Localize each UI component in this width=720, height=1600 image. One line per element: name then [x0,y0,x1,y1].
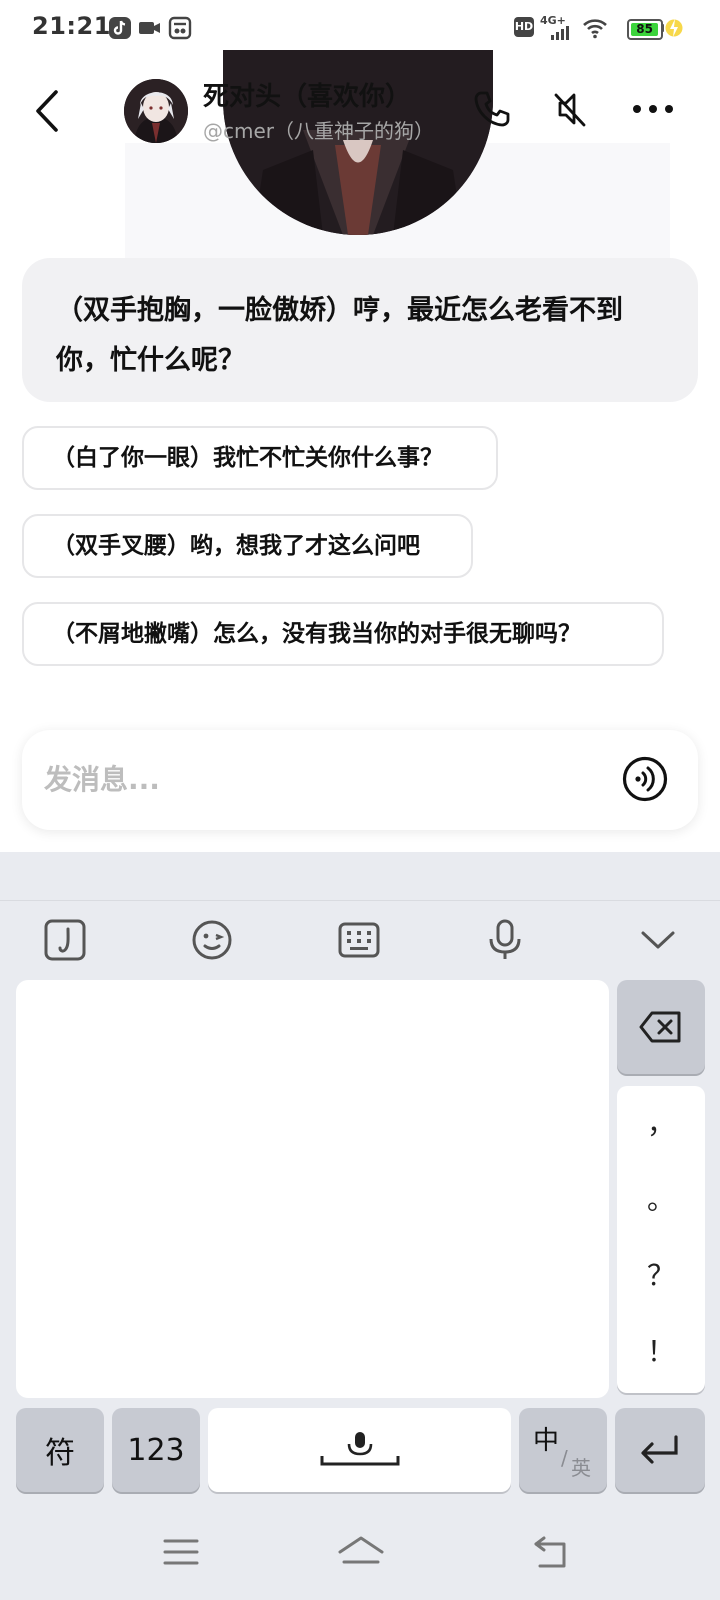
more-dots-icon [633,105,673,113]
recent-apps-icon[interactable] [162,1532,200,1572]
battery-cap [661,24,664,32]
contact-name: 死对头（喜欢你） [203,82,412,112]
mute-voice-button[interactable] [545,84,595,134]
numbers-key[interactable]: 123 [112,1408,200,1492]
battery-level: 85 [631,23,659,36]
app-notification-icon [109,17,131,39]
hd-voice-badge: HD [514,17,534,37]
backspace-key[interactable] [617,980,705,1074]
keyboard-icon[interactable] [337,918,381,962]
phone-icon [474,91,510,127]
cellular-signal-icon [551,26,569,40]
collapse-keyboard-icon[interactable] [636,918,680,962]
exclamation-key[interactable]: ！ [617,1330,705,1370]
message-input-box[interactable]: 发消息... [22,730,698,830]
space-key[interactable] [208,1408,511,1492]
status-time: 21:21 [32,12,111,40]
status-bar: 21:21 HD 4G+ 85 [0,0,720,56]
question-key[interactable]: ？ [617,1254,705,1294]
period-key[interactable]: 。 [617,1178,705,1218]
battery-indicator: 85 [627,19,663,40]
reply-suggestion[interactable]: （双手叉腰）哟，想我了才这么问吧 [22,514,473,578]
voice-input-icon[interactable] [622,756,668,802]
back-arrow-icon[interactable] [30,88,66,134]
microphone-icon[interactable] [483,918,527,962]
charging-bolt-icon [665,19,683,37]
back-nav-icon[interactable] [530,1532,570,1572]
comma-key[interactable]: ， [617,1102,705,1142]
enter-key[interactable] [615,1408,705,1492]
call-button[interactable] [467,84,517,134]
handwriting-input-panel[interactable] [16,980,609,1398]
enter-icon [641,1435,678,1464]
video-camera-icon [139,22,160,34]
screen-record-icon [168,16,192,40]
message-input-placeholder[interactable]: 发消息... [44,758,160,798]
backspace-icon [639,1011,681,1043]
punctuation-column: ， 。 ？ ！ [617,1086,705,1393]
lang-main-label: 中 [533,1426,560,1456]
emoji-icon[interactable] [190,918,234,962]
keyboard-divider [0,900,720,901]
language-switch-key[interactable]: 中 / 英 [519,1408,607,1492]
more-options-button[interactable] [628,84,678,134]
home-icon[interactable] [336,1532,386,1572]
lang-alt-label: 英 [571,1456,591,1480]
contact-avatar[interactable] [124,79,188,143]
reply-suggestion[interactable]: （不屑地撇嘴）怎么，没有我当你的对手很无聊吗？ [22,602,664,666]
speaker-muted-icon [554,93,586,127]
space-mic-icon [320,1432,399,1466]
lang-slash: / [561,1446,568,1470]
reply-suggestion[interactable]: （白了你一眼）我忙不忙关你什么事？ [22,426,498,490]
wifi-icon [583,19,607,39]
character-message-bubble: （双手抱胸，一脸傲娇）哼，最近怎么老看不到你，忙什么呢？ [22,258,698,402]
symbols-key[interactable]: 符 [16,1408,104,1492]
contact-handle: @cmer（八重神子的狗） [203,119,435,143]
handwriting-icon[interactable] [43,918,87,962]
